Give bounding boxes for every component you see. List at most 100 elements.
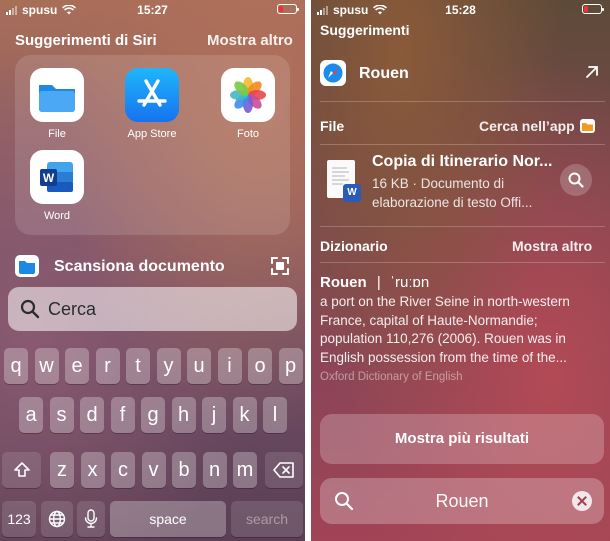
key-f[interactable]: f	[110, 397, 135, 433]
key-m[interactable]: m	[233, 452, 257, 488]
search-query: Rouen	[435, 491, 489, 511]
status-bar: spusu 15:28	[311, 0, 610, 20]
microphone-icon	[84, 509, 98, 528]
divider	[320, 101, 605, 102]
key-z[interactable]: z	[50, 452, 74, 488]
siri-suggestions-title: Suggerimenti di Siri	[15, 32, 157, 49]
search-placeholder: Cerca	[48, 299, 97, 319]
app-suggestions-panel: File App Store Foto W Word	[15, 55, 290, 235]
document-description: 16 KB · Documento di elaborazione di tes…	[372, 176, 533, 210]
battery-icon	[582, 4, 604, 14]
key-o[interactable]: o	[248, 348, 272, 384]
key-s[interactable]: s	[49, 397, 74, 433]
status-bar: spusu 15:27	[0, 0, 305, 20]
shift-icon	[13, 462, 30, 477]
divider	[320, 262, 605, 263]
key-i[interactable]: i	[217, 348, 242, 384]
key-x[interactable]: x	[80, 452, 105, 488]
key-h[interactable]: h	[171, 397, 196, 433]
app-label: File	[48, 128, 66, 140]
files-app-icon	[15, 255, 39, 277]
document-title: Copia di Itinerario Nor...	[372, 153, 553, 170]
backspace-icon	[273, 462, 294, 478]
keyboard: qwertyuiop asdfghjkl zxcvbnm 123 space s…	[0, 340, 305, 541]
key-y[interactable]: y	[156, 348, 181, 384]
dictionary-headword: Rouen	[320, 274, 367, 291]
top-hit-label: Rouen	[359, 65, 409, 82]
key-u[interactable]: u	[187, 348, 211, 384]
key-c[interactable]: c	[111, 452, 135, 488]
word-app-icon: W	[30, 150, 84, 204]
scan-icon	[271, 257, 289, 275]
clock: 15:28	[445, 3, 476, 17]
key-g[interactable]: g	[141, 397, 165, 433]
key-q[interactable]: q	[4, 348, 28, 384]
document-thumbnail: W	[327, 160, 361, 202]
dictionary-word: Rouen |	[320, 274, 381, 291]
key-e[interactable]: e	[65, 348, 89, 384]
key-j[interactable]: j	[202, 397, 226, 433]
search-in-app-button[interactable]: Cerca nell’app	[479, 118, 595, 134]
search-in-document-button[interactable]	[560, 164, 592, 196]
files-app-icon	[579, 119, 595, 133]
dictionary-section-title: Dizionario	[320, 238, 388, 254]
svg-text:W: W	[43, 171, 55, 185]
app-app-store[interactable]: App Store	[117, 68, 187, 140]
left-screen: spusu 15:27 Suggerimenti di Siri Mostra …	[0, 0, 305, 541]
search-input[interactable]: Rouen	[320, 478, 604, 524]
dictionary-definition: a port on the River Seine in north-weste…	[320, 294, 570, 366]
app-store-icon	[125, 68, 179, 122]
scan-document-shortcut[interactable]: Scansiona documento	[15, 253, 290, 281]
numbers-key[interactable]: 123	[2, 501, 36, 537]
search-icon	[568, 172, 584, 188]
dictation-key[interactable]	[77, 501, 105, 537]
space-key[interactable]: space	[110, 501, 226, 537]
search-input[interactable]: Cerca	[8, 287, 297, 331]
pronunciation: ˈruːɒn	[390, 274, 430, 291]
dictionary-source: Oxford Dictionary of English	[320, 371, 463, 383]
key-r[interactable]: r	[95, 348, 120, 384]
show-more-results-button[interactable]: Mostra più risultati	[320, 414, 604, 464]
word-badge-icon: W	[343, 184, 361, 202]
app-files[interactable]: File	[22, 68, 92, 140]
key-a[interactable]: a	[19, 397, 43, 433]
search-icon	[20, 299, 40, 319]
files-section-title: File	[320, 118, 345, 134]
app-label: Word	[43, 210, 71, 222]
delete-key[interactable]	[265, 452, 303, 488]
battery-icon	[277, 4, 299, 14]
separator: |	[376, 274, 381, 291]
search-in-app-label: Cerca nell’app	[479, 118, 575, 134]
divider	[320, 226, 605, 227]
clear-icon[interactable]	[572, 491, 592, 511]
safari-icon	[320, 60, 346, 86]
divider	[320, 144, 605, 145]
open-arrow-icon	[586, 66, 598, 78]
app-photos[interactable]: Foto	[213, 68, 283, 140]
key-l[interactable]: l	[263, 397, 287, 433]
shift-key[interactable]	[2, 452, 41, 488]
key-w[interactable]: w	[34, 348, 59, 384]
files-app-icon	[30, 68, 84, 122]
key-n[interactable]: n	[202, 452, 227, 488]
app-label: App Store	[127, 128, 177, 140]
app-label: Foto	[236, 128, 259, 140]
dictionary-show-more-button[interactable]: Mostra altro	[512, 238, 592, 254]
right-screen: spusu 15:28 Suggerimenti Rouen File Cerc…	[311, 0, 610, 541]
app-word[interactable]: W Word	[22, 150, 92, 222]
show-more-button[interactable]: Mostra altro	[207, 32, 293, 49]
key-k[interactable]: k	[232, 397, 257, 433]
key-v[interactable]: v	[141, 452, 166, 488]
search-key[interactable]: search	[231, 501, 303, 537]
shortcut-label: Scansiona documento	[54, 258, 225, 275]
globe-key[interactable]	[41, 501, 73, 537]
key-p[interactable]: p	[278, 348, 303, 384]
key-t[interactable]: t	[126, 348, 150, 384]
clock: 15:27	[137, 3, 168, 17]
top-hit-row[interactable]: Rouen	[320, 60, 600, 88]
photos-app-icon	[221, 68, 275, 122]
suggestions-header: Suggerimenti	[320, 22, 410, 38]
key-d[interactable]: d	[80, 397, 104, 433]
key-b[interactable]: b	[172, 452, 196, 488]
globe-icon	[48, 510, 66, 528]
